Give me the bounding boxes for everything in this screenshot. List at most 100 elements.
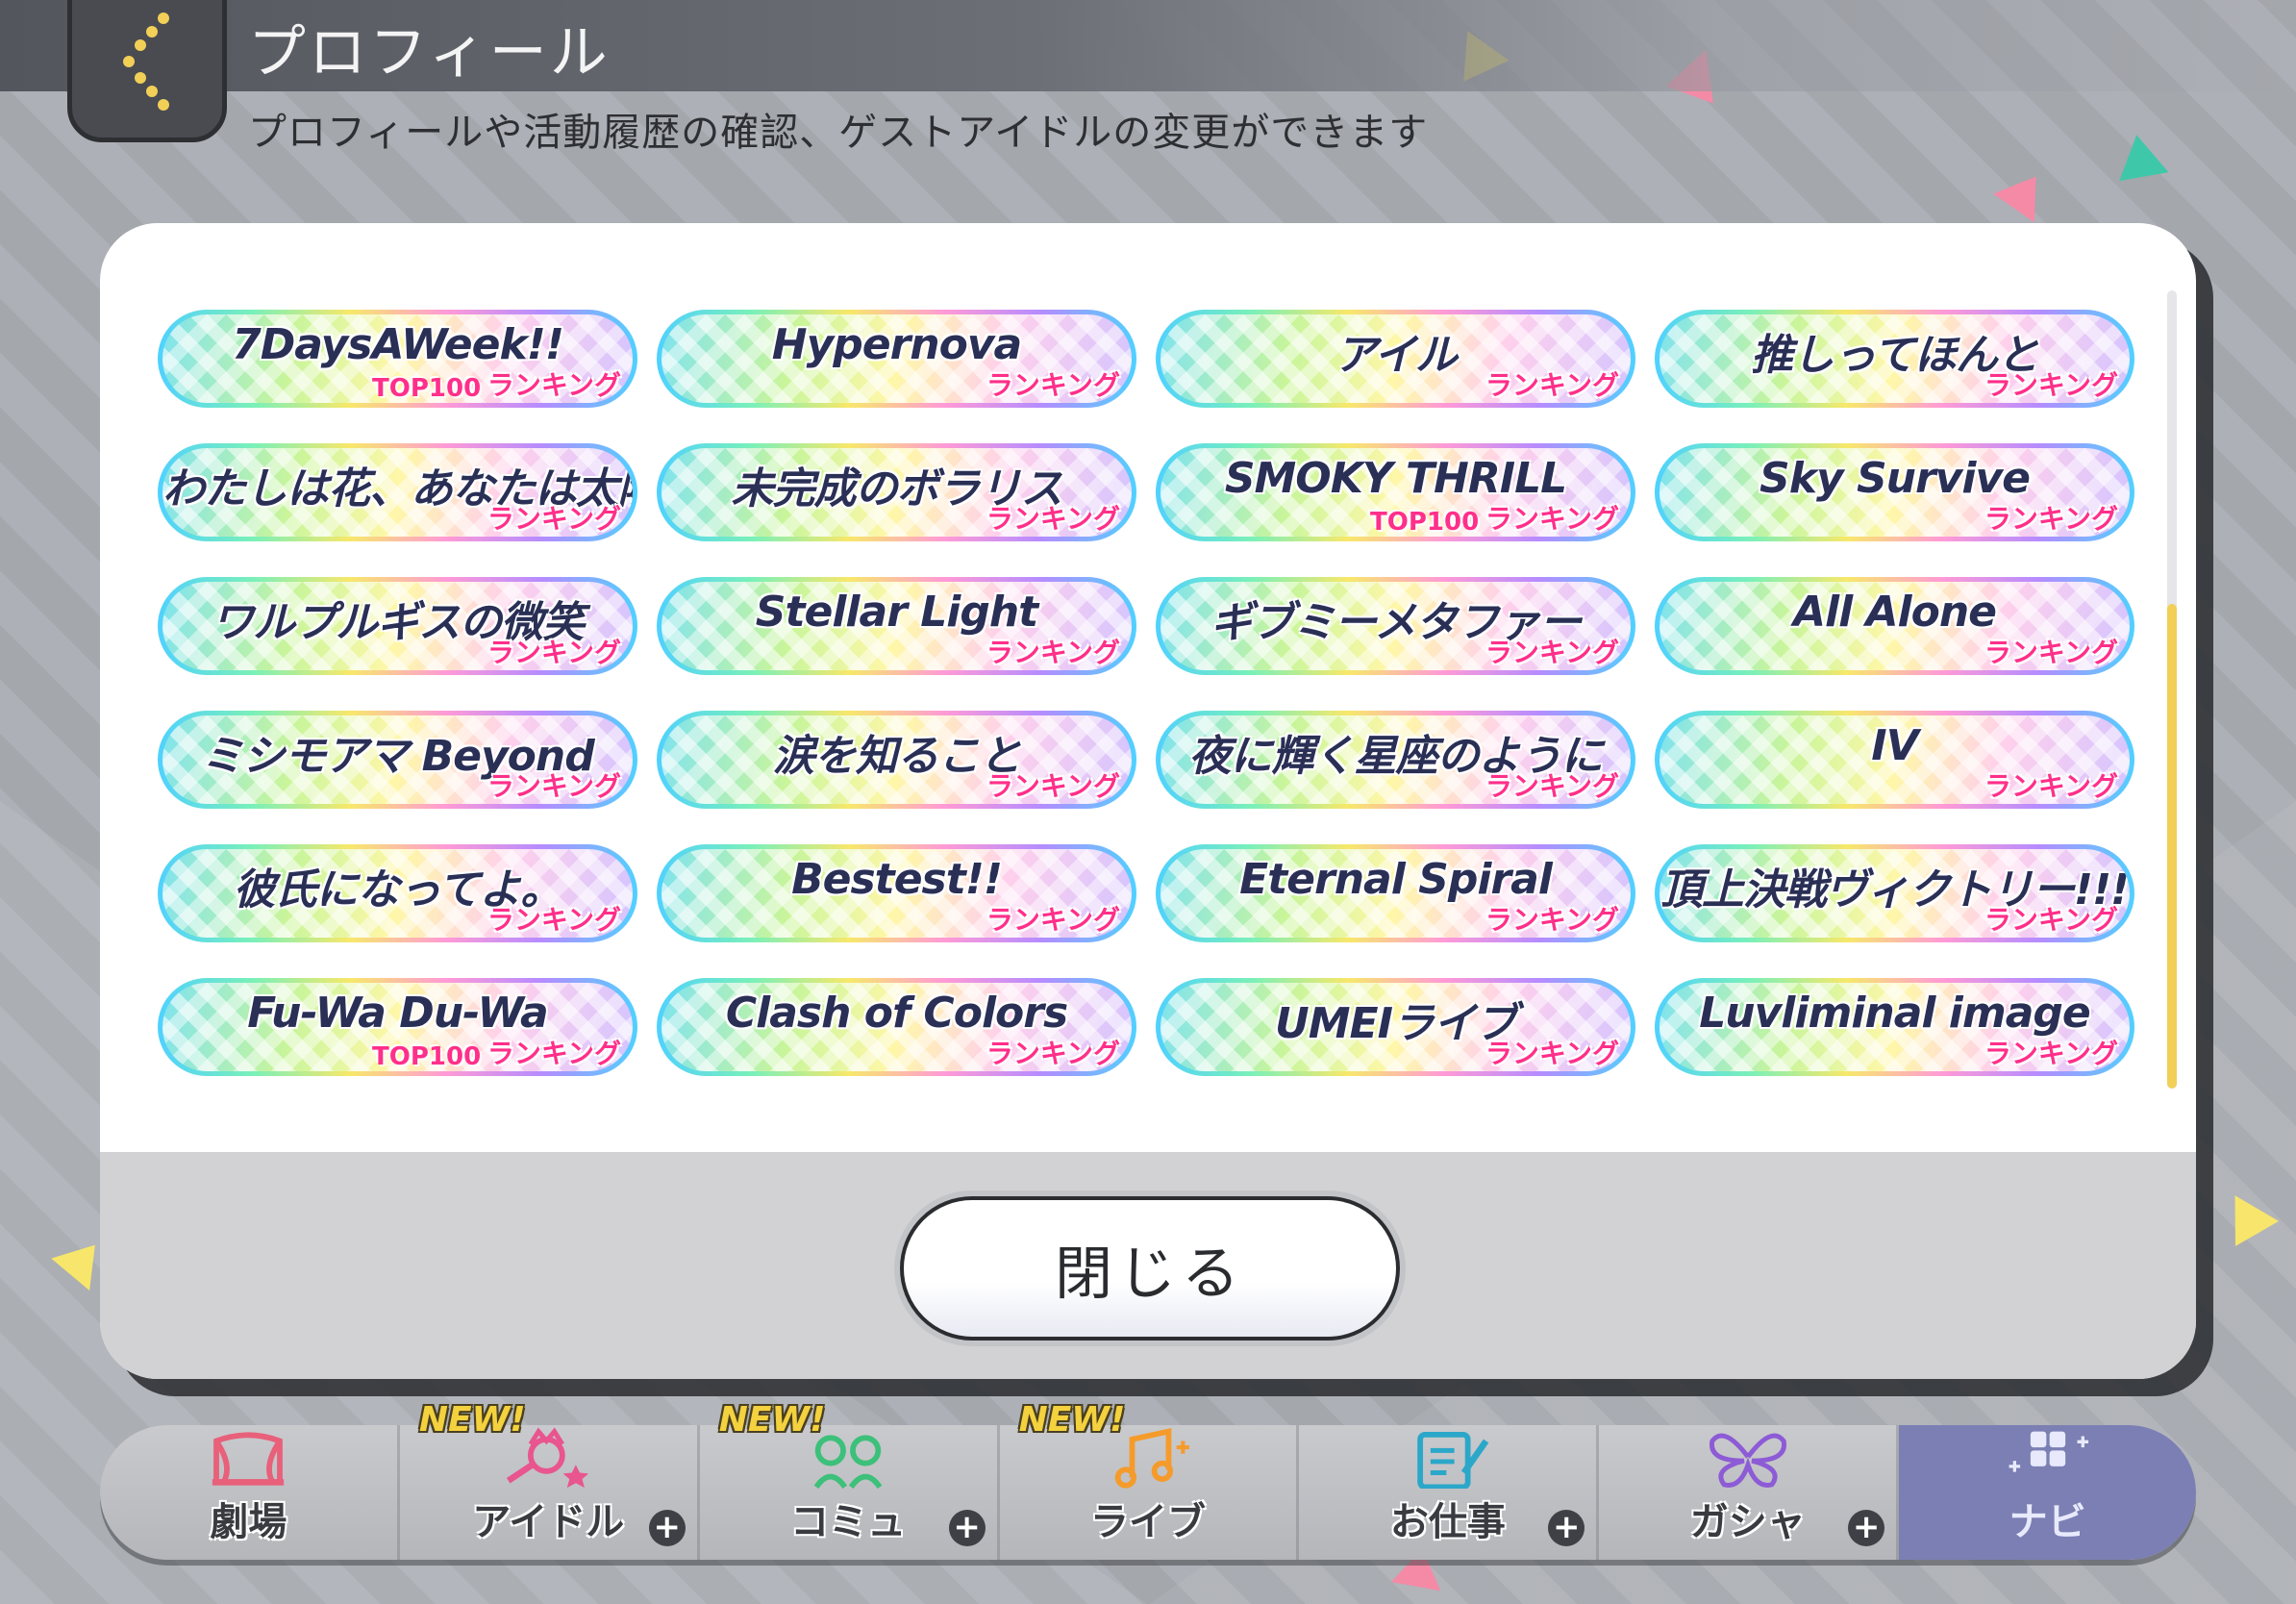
work-icon <box>1417 1432 1489 1489</box>
plus-icon: + <box>948 1510 986 1546</box>
ranking-badge[interactable]: 未完成のボラリス ランキング <box>657 443 1136 541</box>
nav-label: 劇場 <box>210 1500 287 1544</box>
nav-item-theater[interactable]: 劇場 <box>100 1425 400 1560</box>
page-subtitle: プロフィールや活動履歴の確認、ゲストアイドルの変更ができます <box>248 111 1429 155</box>
badge-title: All Alone <box>1792 588 1997 637</box>
badge-background: ミシモアマ Beyond ランキング <box>162 715 633 804</box>
ranking-badge[interactable]: 推しってほんと ランキング <box>1655 310 2134 408</box>
page-title: プロフィール <box>248 19 611 87</box>
badge-background: 7DaysAWeek!! TOP100 ランキング <box>162 314 633 403</box>
nav-item-navi[interactable]: ナビ <box>1899 1425 2197 1560</box>
badge-background: Hypernova ランキング <box>661 314 1132 403</box>
ranking-badge[interactable]: 涙を知ること ランキング <box>657 711 1136 809</box>
scrollbar-thumb[interactable] <box>2167 604 2177 1089</box>
ranking-badge[interactable]: ワルプルギスの微笑 ランキング <box>158 577 637 675</box>
badge-title: Eternal Spiral <box>1239 855 1553 904</box>
new-badge: NEW! <box>718 1400 826 1440</box>
badge-ranking-label: ランキング <box>986 503 1120 535</box>
badge-ranking-label: ランキング <box>1984 369 2118 401</box>
nav-item-idol[interactable]: アイドル NEW! + <box>400 1400 700 1560</box>
badge-ranking-label: ランキング <box>1485 637 1619 668</box>
plus-icon: + <box>1848 1510 1885 1546</box>
badge-ranking-label: ランキング <box>487 369 621 401</box>
badge-ranking-label: ランキング <box>1485 1038 1619 1069</box>
badge-ranking-label: ランキング <box>986 369 1120 401</box>
ranking-badge[interactable]: Stellar Light ランキング <box>657 577 1136 675</box>
plus-icon: + <box>648 1510 686 1546</box>
badge-ranking-label: ランキング <box>1984 770 2118 802</box>
badge-top-label: TOP100 <box>372 1042 482 1071</box>
badge-title: Fu-Wa Du-Wa <box>247 989 548 1038</box>
badge-background: 推しってほんと ランキング <box>1660 314 2130 403</box>
badge-background: Clash of Colors ランキング <box>661 983 1132 1071</box>
badge-ranking-label: ランキング <box>1984 1038 2118 1069</box>
badge-background: ワルプルギスの微笑 ランキング <box>162 582 633 670</box>
nav-label: お仕事 <box>1389 1500 1506 1544</box>
badge-ranking-label: ランキング <box>986 904 1120 936</box>
badge-title: Sky Survive <box>1759 454 2031 503</box>
badge-ranking-label: ランキング <box>487 1038 621 1069</box>
badge-background: Fu-Wa Du-Wa TOP100 ランキング <box>162 983 633 1071</box>
badge-background: Sky Survive ランキング <box>1660 448 2130 537</box>
badge-title: Clash of Colors <box>725 989 1068 1038</box>
ranking-badge[interactable]: Clash of Colors ランキング <box>657 978 1136 1076</box>
badge-background: ギブミーメタファー ランキング <box>1160 582 1631 670</box>
ranking-badge[interactable]: Hypernova ランキング <box>657 310 1136 408</box>
ranking-badge[interactable]: All Alone ランキング <box>1655 577 2134 675</box>
ranking-badge[interactable]: Bestest!! ランキング <box>657 844 1136 942</box>
ranking-badge[interactable]: 頂上決戦ヴィクトリー!!! ランキング <box>1655 844 2134 942</box>
badge-ranking-label: ランキング <box>487 503 621 535</box>
badge-title: Hypernova <box>771 320 1022 369</box>
ranking-badge[interactable]: 7DaysAWeek!! TOP100 ランキング <box>158 310 637 408</box>
badge-title: Stellar Light <box>755 588 1038 637</box>
close-button[interactable]: 閉じる <box>900 1196 1400 1341</box>
ranking-badge[interactable]: Eternal Spiral ランキング <box>1156 844 1635 942</box>
badge-background: 未完成のボラリス ランキング <box>661 448 1132 537</box>
badge-background: All Alone ランキング <box>1660 582 2130 670</box>
badge-ranking-label: ランキング <box>487 904 621 936</box>
badge-ranking-label: ランキング <box>1485 503 1619 535</box>
badge-ranking-label: ランキング <box>1984 904 2118 936</box>
back-button[interactable] <box>67 0 227 142</box>
badge-grid: 7DaysAWeek!! TOP100 ランキング Hypernova ランキング アイル… <box>158 310 2134 1076</box>
ranking-badge[interactable]: SMOKY THRILL TOP100 ランキング <box>1156 443 1635 541</box>
ranking-badge[interactable]: 彼氏になってよ。 ランキング <box>158 844 637 942</box>
nav-item-commu[interactable]: コミュ NEW! + <box>700 1400 1000 1560</box>
badge-background: Bestest!! ランキング <box>661 849 1132 938</box>
badge-ranking-label: ランキング <box>487 770 621 802</box>
nav-item-live[interactable]: ライブ NEW! <box>1000 1400 1300 1560</box>
confetti-decoration <box>2212 1183 2280 1246</box>
badge-top-label: TOP100 <box>1370 508 1480 537</box>
badge-ranking-label: ランキング <box>1485 904 1619 936</box>
nav-item-gacha[interactable]: ガシャ + <box>1599 1425 1900 1560</box>
ranking-badge[interactable]: わたしは花、あなたは太陽 ランキング <box>158 443 637 541</box>
badge-background: 彼氏になってよ。 ランキング <box>162 849 633 938</box>
badge-background: Luvliminal image ランキング <box>1660 983 2130 1071</box>
scrollbar[interactable] <box>2167 290 2177 1089</box>
badge-title: Bestest!! <box>791 855 1003 904</box>
new-badge: NEW! <box>1018 1400 1126 1440</box>
badge-background: アイル ランキング <box>1160 314 1631 403</box>
ranking-badge[interactable]: アイル ランキング <box>1156 310 1635 408</box>
gacha-icon <box>1709 1433 1786 1488</box>
ranking-badge[interactable]: 夜に輝く星座のように ランキング <box>1156 711 1635 809</box>
ranking-badge[interactable]: ギブミーメタファー ランキング <box>1156 577 1635 675</box>
badge-title: SMOKY THRILL <box>1224 454 1567 503</box>
badge-ranking-label: ランキング <box>1485 369 1619 401</box>
ranking-badge[interactable]: Luvliminal image ランキング <box>1655 978 2134 1076</box>
nav-item-work[interactable]: お仕事 + <box>1299 1425 1600 1560</box>
ranking-badge[interactable]: ミシモアマ Beyond ランキング <box>158 711 637 809</box>
ranking-badge[interactable]: UMEIライブ ランキング <box>1156 978 1635 1076</box>
nav-label: ライブ <box>1090 1500 1206 1544</box>
ranking-badge[interactable]: Fu-Wa Du-Wa TOP100 ランキング <box>158 978 637 1076</box>
plus-icon: + <box>1548 1510 1585 1546</box>
badge-top-label: TOP100 <box>372 374 482 403</box>
badge-background: Stellar Light ランキング <box>661 582 1132 670</box>
badge-title: Luvliminal image <box>1699 989 2091 1038</box>
badge-background: Eternal Spiral ランキング <box>1160 849 1631 938</box>
badge-title: 7DaysAWeek!! <box>232 320 564 369</box>
badge-background: 夜に輝く星座のように ランキング <box>1160 715 1631 804</box>
ranking-badge[interactable]: IV ランキング <box>1655 711 2134 809</box>
ranking-badge[interactable]: Sky Survive ランキング <box>1655 443 2134 541</box>
badge-background: SMOKY THRILL TOP100 ランキング <box>1160 448 1631 537</box>
